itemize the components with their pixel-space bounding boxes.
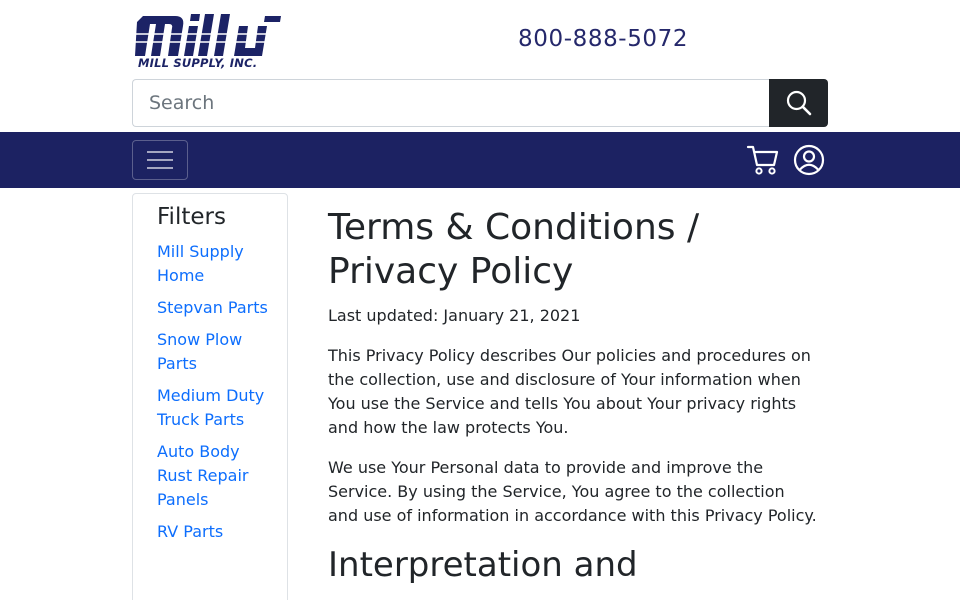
mill-logo-mark xyxy=(135,14,281,56)
section-heading: Interpretation and xyxy=(328,545,638,585)
navbar xyxy=(0,132,960,188)
account-icon xyxy=(793,144,825,176)
filters-list: Mill Supply Home Stepvan Parts Snow Plow… xyxy=(157,240,287,544)
menu-toggle-button[interactable] xyxy=(132,140,188,180)
cart-icon xyxy=(746,145,779,175)
sidebar-item-medium-duty-truck-parts[interactable]: Medium Duty Truck Parts xyxy=(157,384,287,432)
cart-button[interactable] xyxy=(746,144,780,176)
last-updated: Last updated: January 21, 2021 xyxy=(328,306,581,325)
page-title: Terms & Conditions / Privacy Policy xyxy=(328,207,700,292)
sidebar-item-auto-body-rust-repair-panels[interactable]: Auto Body Rust Repair Panels xyxy=(157,440,287,512)
search-input[interactable] xyxy=(132,79,770,127)
logo-text: MILL SUPPLY, INC. xyxy=(138,56,258,70)
site-header: MILL SUPPLY, INC. 800-888-5072 xyxy=(0,0,960,132)
mill-supply-logo[interactable]: MILL SUPPLY, INC. xyxy=(135,12,283,74)
filters-sidebar: Filters Mill Supply Home Stepvan Parts S… xyxy=(132,193,288,600)
sidebar-item-rv-parts[interactable]: RV Parts xyxy=(157,520,287,544)
main-content: Terms & Conditions / Privacy Policy Last… xyxy=(328,206,818,586)
sidebar-item-mill-supply-home[interactable]: Mill Supply Home xyxy=(157,240,287,288)
sidebar-item-snow-plow-parts[interactable]: Snow Plow Parts xyxy=(157,328,287,376)
sidebar-item-stepvan-parts[interactable]: Stepvan Parts xyxy=(157,296,287,320)
account-button[interactable] xyxy=(793,144,825,176)
search-button[interactable] xyxy=(769,79,828,127)
hamburger-menu-icon xyxy=(147,151,173,169)
filters-title: Filters xyxy=(157,204,226,230)
paragraph: This Privacy Policy describes Our polici… xyxy=(328,346,811,437)
search-icon xyxy=(786,90,811,116)
paragraph: We use Your Personal data to provide and… xyxy=(328,458,817,525)
phone-number[interactable]: 800-888-5072 xyxy=(518,26,688,52)
search-bar xyxy=(132,79,828,127)
